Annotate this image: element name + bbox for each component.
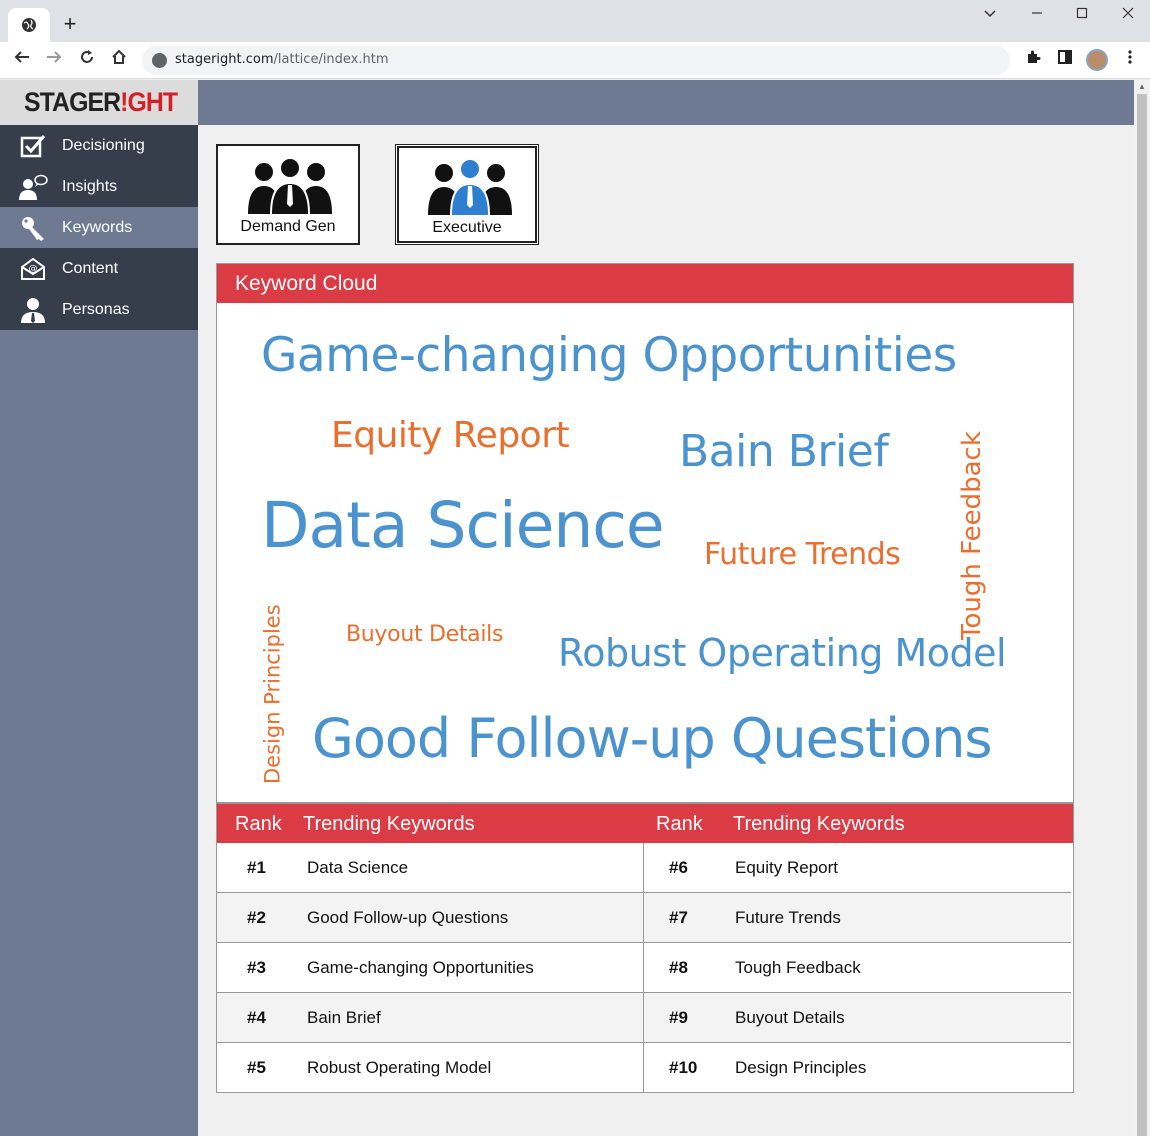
keyword-cell: Buyout Details xyxy=(735,1008,845,1027)
rank-cell: #2 xyxy=(247,908,266,927)
cloud-word[interactable]: Buyout Details xyxy=(346,624,503,646)
tab-search-icon[interactable] xyxy=(972,6,1008,26)
rank-cell: #8 xyxy=(669,958,688,977)
table-row[interactable]: #3 Game-changing Opportunities xyxy=(217,943,645,993)
svg-text:@: @ xyxy=(29,264,38,274)
keyword-cell: Future Trends xyxy=(735,908,841,927)
table-row[interactable]: #4 Bain Brief xyxy=(217,993,645,1043)
forward-icon[interactable] xyxy=(42,48,66,72)
sidebar-item-insights[interactable]: Insights xyxy=(0,166,198,207)
app-topbar xyxy=(198,80,1134,125)
table-row[interactable]: #6 Equity Report xyxy=(644,843,1071,893)
sidebar-nav: Decisioning Insights Keywords @ Content … xyxy=(0,125,198,330)
extensions-icon[interactable] xyxy=(1022,49,1044,71)
browser-tab[interactable] xyxy=(8,8,50,42)
scroll-up-icon[interactable]: ▲ xyxy=(1138,82,1146,91)
rank-cell: #1 xyxy=(247,858,266,877)
back-icon[interactable] xyxy=(10,48,34,72)
sidebar: STAGER!GHT Decisioning Insights Keywords… xyxy=(0,80,198,1136)
site-info-icon[interactable] xyxy=(152,53,167,68)
rank-cell: #3 xyxy=(247,958,266,977)
sidebar-item-content[interactable]: @ Content xyxy=(0,248,198,289)
trending-column-right: #6 Equity Report #7 Future Trends #8 Tough … xyxy=(643,843,1071,1093)
table-header: Rank Trending Keywords Rank Trending Key… xyxy=(217,804,1073,843)
home-icon[interactable] xyxy=(107,48,131,72)
browser-tabstrip: + xyxy=(0,0,1150,42)
sidebar-item-label: Insights xyxy=(62,177,118,195)
keyword-cell: Bain Brief xyxy=(307,1008,381,1027)
keyword-cell: Data Science xyxy=(307,858,409,877)
keyword-cloud-panel: Keyword Cloud Game-changing Opportunitie… xyxy=(216,263,1074,803)
table-row[interactable]: #10 Design Principles xyxy=(644,1043,1071,1093)
browser-toolbar: stageright.com/lattice/index.htm xyxy=(0,42,1150,79)
globe-icon xyxy=(22,18,36,32)
profile-avatar[interactable] xyxy=(1086,49,1108,71)
rank-header: Rank xyxy=(656,813,703,835)
table-row[interactable]: #5 Robust Operating Model xyxy=(217,1043,645,1093)
person-tie-icon xyxy=(18,297,48,323)
rank-cell: #10 xyxy=(669,1058,698,1077)
rank-cell: #5 xyxy=(247,1058,266,1077)
trending-column-left: #1 Data Science #2 Good Follow-up Question… xyxy=(217,843,645,1093)
keywords-header: Trending Keywords xyxy=(733,813,905,835)
sidebar-item-label: Decisioning xyxy=(62,136,145,154)
rank-cell: #4 xyxy=(247,1008,266,1027)
page-scrollbar[interactable]: ▲ xyxy=(1134,80,1150,1136)
keyword-cell: Design Principles xyxy=(735,1058,867,1077)
person-speech-icon xyxy=(18,174,48,200)
address-bar[interactable]: stageright.com/lattice/index.htm xyxy=(142,46,1010,75)
keyword-cell: Tough Feedback xyxy=(735,958,861,977)
table-row[interactable]: #9 Buyout Details xyxy=(644,993,1071,1043)
stageright-logo[interactable]: STAGER!GHT xyxy=(24,87,178,118)
keyword-cell: Equity Report xyxy=(735,858,838,877)
table-row[interactable]: #1 Data Science xyxy=(217,843,645,893)
cloud-word[interactable]: Good Follow-up Questions xyxy=(312,712,993,766)
close-window-icon[interactable] xyxy=(1110,6,1146,26)
rank-cell: #7 xyxy=(669,908,688,927)
table-row[interactable]: #2 Good Follow-up Questions xyxy=(217,893,645,943)
side-panel-icon[interactable] xyxy=(1054,49,1076,71)
table-row[interactable]: #8 Tough Feedback xyxy=(644,943,1071,993)
cloud-word[interactable]: Future Trends xyxy=(704,540,901,570)
sidebar-item-decisioning[interactable]: Decisioning xyxy=(0,125,198,166)
cloud-word[interactable]: Game-changing Opportunities xyxy=(261,332,957,379)
team-executive-icon xyxy=(428,159,512,215)
keyword-cloud-title: Keyword Cloud xyxy=(217,264,1073,303)
key-icon xyxy=(18,215,48,241)
persona-demand-gen-button[interactable]: Demand Gen xyxy=(216,144,360,245)
rank-cell: #6 xyxy=(669,858,688,877)
trending-keywords-table: Rank Trending Keywords Rank Trending Key… xyxy=(216,803,1074,1093)
sidebar-item-label: Keywords xyxy=(62,218,133,236)
reload-icon[interactable] xyxy=(75,48,99,72)
persona-label: Demand Gen xyxy=(240,218,336,235)
main-content: Demand Gen Executive Keyword Cloud Game-… xyxy=(198,125,1134,1136)
keyword-cell: Good Follow-up Questions xyxy=(307,908,509,927)
new-tab-button[interactable]: + xyxy=(58,12,82,36)
cloud-word[interactable]: Bain Brief xyxy=(679,430,889,474)
url-text: stageright.com/lattice/index.htm xyxy=(175,52,389,67)
sidebar-item-label: Content xyxy=(62,259,119,277)
maximize-icon[interactable] xyxy=(1064,6,1100,26)
cloud-word[interactable]: Equity Report xyxy=(331,418,570,454)
minimize-icon[interactable] xyxy=(1019,6,1055,26)
email-envelope-icon: @ xyxy=(18,256,48,282)
cloud-word[interactable]: Robust Operating Model xyxy=(558,634,1007,672)
keyword-cell: Game-changing Opportunities xyxy=(307,958,534,977)
logo-area: STAGER!GHT xyxy=(0,80,198,125)
cloud-word[interactable]: Data Science xyxy=(261,494,665,557)
rank-header: Rank xyxy=(235,813,282,835)
keywords-header: Trending Keywords xyxy=(303,813,475,835)
keyword-cell: Robust Operating Model xyxy=(307,1058,492,1077)
scrollbar-thumb[interactable] xyxy=(1137,94,1147,1136)
team-icon xyxy=(248,158,332,214)
sidebar-item-keywords[interactable]: Keywords xyxy=(0,207,198,248)
persona-executive-button[interactable]: Executive xyxy=(395,144,539,245)
persona-label: Executive xyxy=(432,219,502,236)
menu-dots-icon[interactable] xyxy=(1119,49,1141,71)
sidebar-item-label: Personas xyxy=(62,300,130,318)
sidebar-item-personas[interactable]: Personas xyxy=(0,289,198,330)
table-row[interactable]: #7 Future Trends xyxy=(644,893,1071,943)
checkbox-icon xyxy=(18,133,48,159)
rank-cell: #9 xyxy=(669,1008,688,1027)
